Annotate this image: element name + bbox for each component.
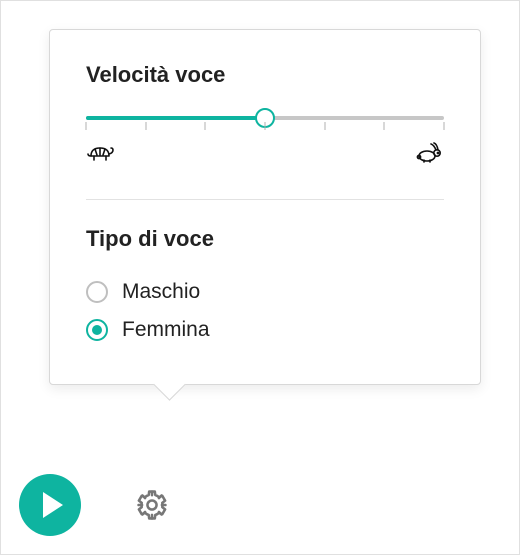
voice-settings-popup: Velocità voce	[49, 29, 481, 385]
slider-fill	[86, 116, 265, 120]
slider-track	[86, 116, 444, 120]
radio-indicator	[86, 319, 108, 341]
rabbit-icon	[414, 142, 444, 169]
voice-option-male[interactable]: Maschio	[86, 280, 444, 304]
slider-ticks	[86, 122, 444, 132]
speed-slider[interactable]	[86, 116, 444, 132]
play-button[interactable]	[19, 474, 81, 536]
voice-option-female[interactable]: Femmina	[86, 318, 444, 342]
radio-label: Femmina	[122, 318, 210, 342]
radio-label: Maschio	[122, 280, 200, 304]
speed-icon-row	[86, 142, 444, 169]
radio-indicator	[86, 281, 108, 303]
gear-icon	[135, 488, 169, 522]
settings-button[interactable]	[133, 486, 171, 524]
bottom-toolbar	[19, 474, 171, 536]
voice-type-group: Maschio Femmina	[86, 280, 444, 342]
divider	[86, 199, 444, 200]
voice-type-title: Tipo di voce	[86, 226, 444, 252]
speed-title: Velocità voce	[86, 62, 444, 88]
play-icon	[43, 492, 63, 518]
turtle-icon	[86, 142, 116, 169]
